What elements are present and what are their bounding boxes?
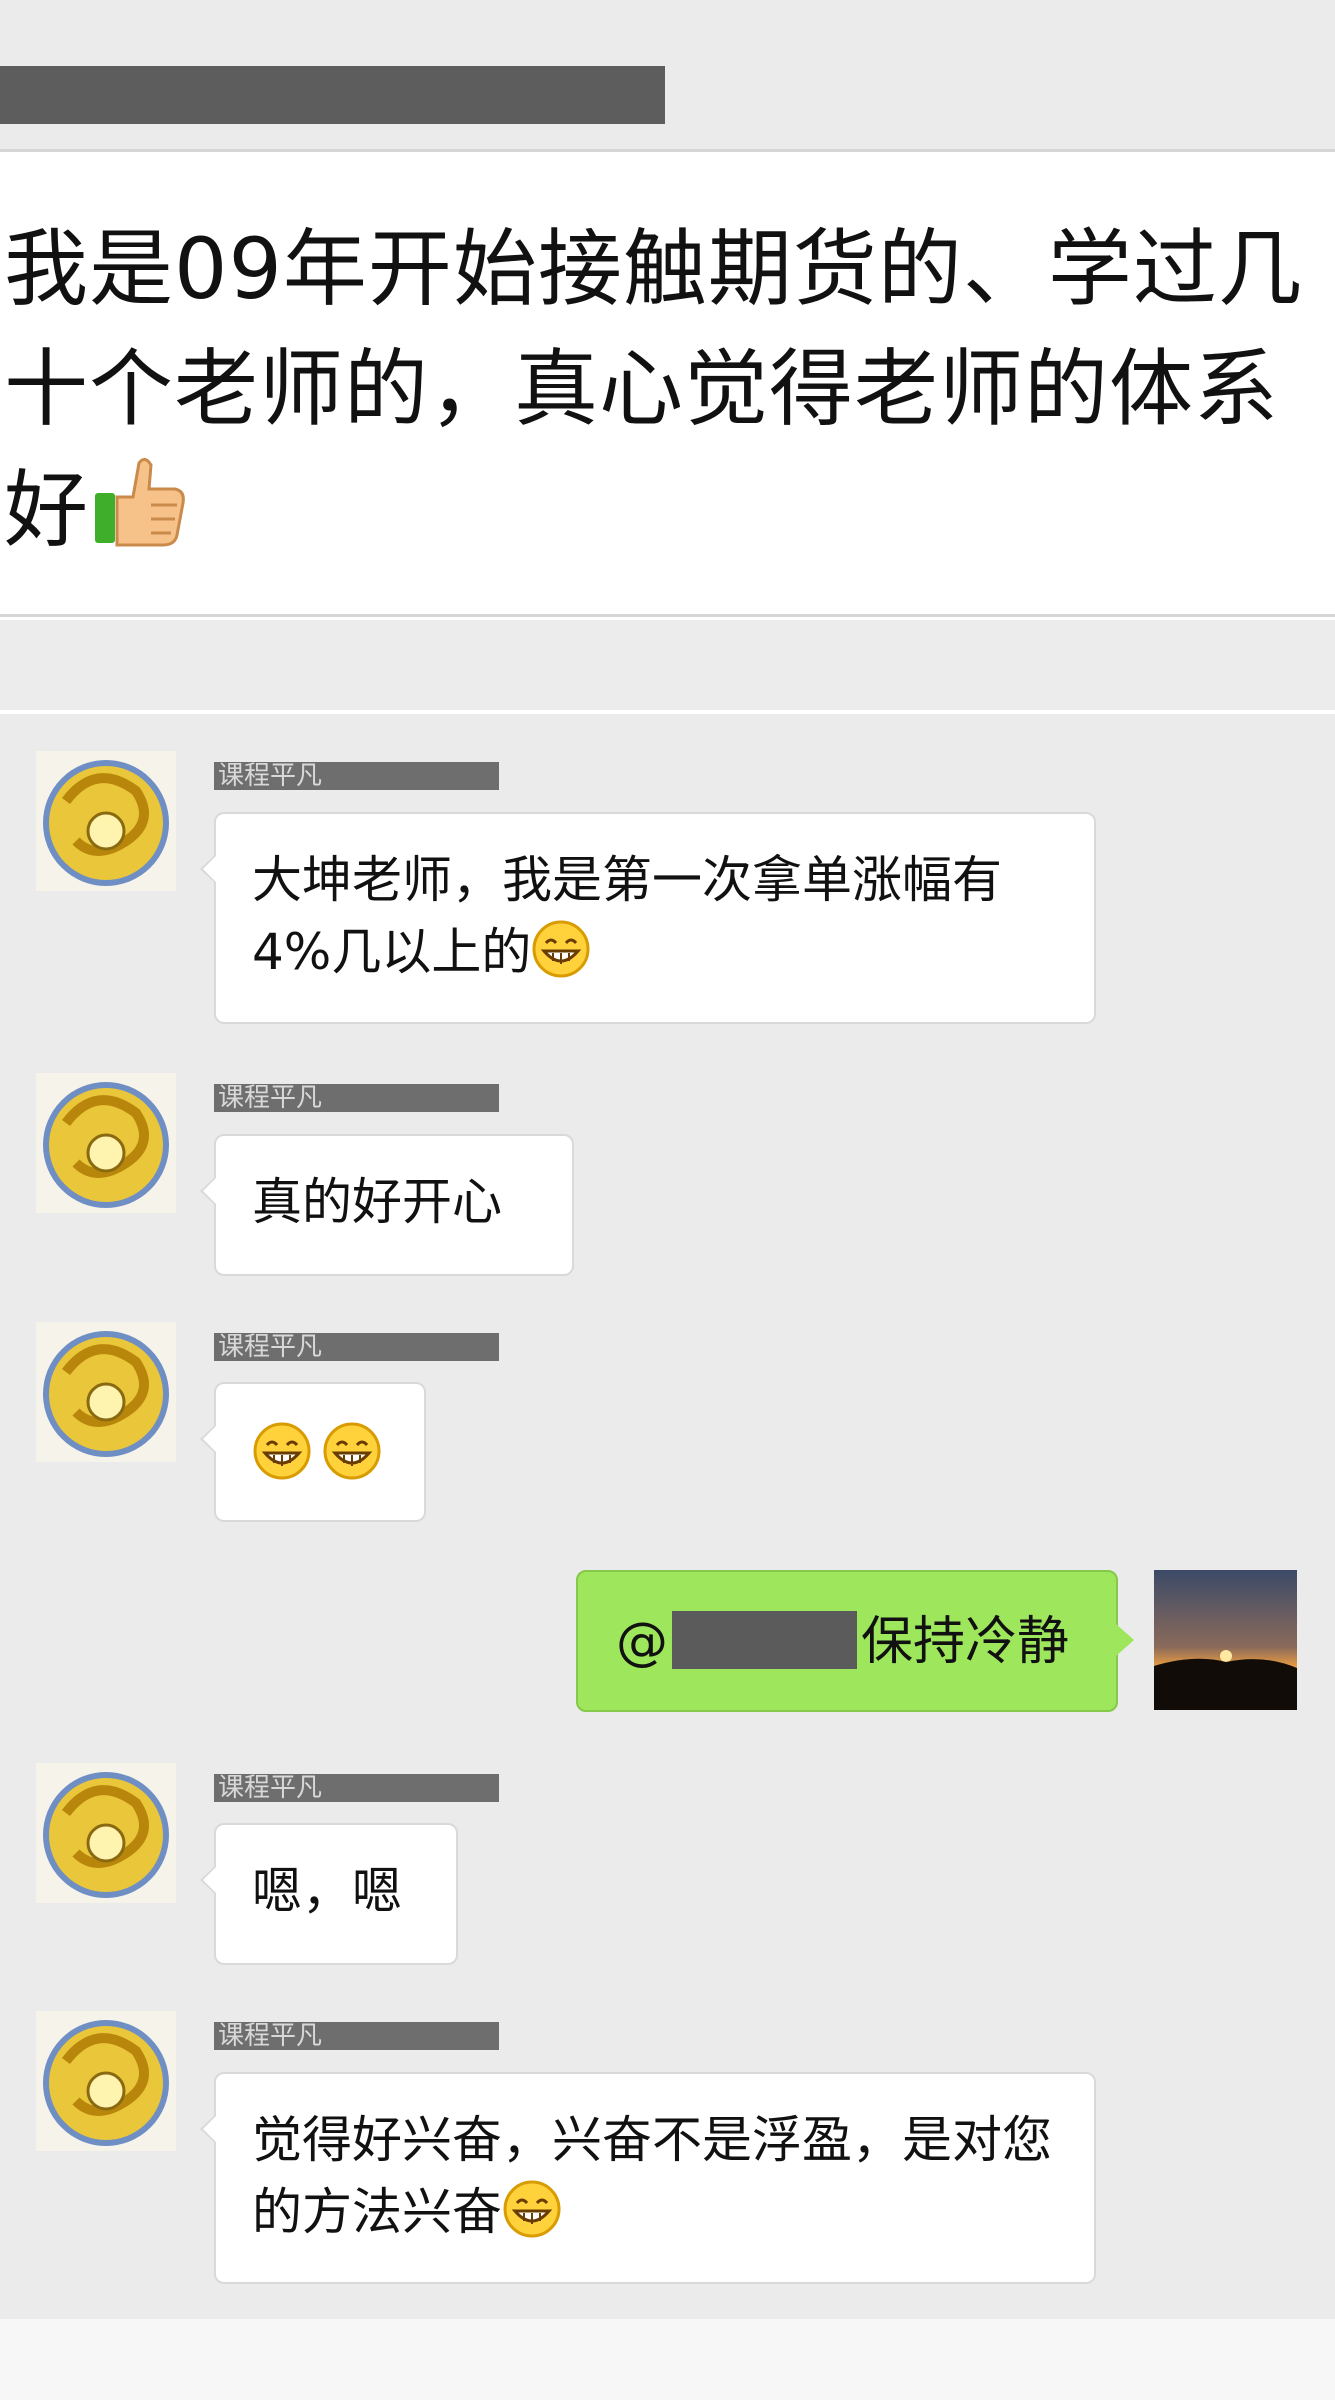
quote-text-block: 我是09年开始接触期货的、学过几十个老师的，真心觉得老师的体系好 (4, 209, 1329, 570)
top-header (0, 0, 1335, 152)
sender-name: 课程平凡 (214, 762, 499, 790)
avatar-dragon[interactable] (36, 1073, 176, 1213)
redacted-title (0, 66, 665, 124)
outgoing-message-bubble[interactable]: @ 保持冷静 (576, 1570, 1134, 1712)
thumbs-up-icon (95, 458, 185, 547)
sender-name: 课程平凡 (214, 1084, 499, 1112)
dragon-avatar-icon (36, 1763, 176, 1903)
message-text: 真的好开心 (252, 1173, 502, 1231)
dragon-avatar-icon (36, 751, 176, 891)
message-bubble[interactable]: 大坤老师，我是第一次拿单涨幅有4%几以上的 (200, 812, 1096, 1024)
message-bubble[interactable]: 觉得好兴奋，兴奋不是浮盈，是对您的方法兴奋 (200, 2072, 1096, 2284)
mention-prefix: @ (616, 1612, 668, 1672)
quote-text: 我是09年开始接触期货的、学过几十个老师的，真心觉得老师的体系好 (4, 220, 1303, 559)
sender-name: 课程平凡 (214, 1333, 499, 1361)
grin-emoji (532, 920, 590, 978)
redacted-mention (672, 1611, 857, 1669)
message-bubble[interactable] (200, 1382, 426, 1522)
message-bubble[interactable]: 嗯，嗯 (200, 1823, 458, 1965)
separator-band (0, 620, 1335, 710)
avatar-dragon[interactable] (36, 2011, 176, 2151)
quote-card: 我是09年开始接触期货的、学过几十个老师的，真心觉得老师的体系好 (0, 155, 1335, 617)
message-text: 觉得好兴奋，兴奋不是浮盈，是对您的方法兴奋 (252, 2111, 1052, 2241)
grin-emoji (503, 2180, 561, 2238)
grin-emoji (253, 1422, 311, 1480)
avatar-dragon[interactable] (36, 1763, 176, 1903)
sunset-avatar-icon (1154, 1570, 1297, 1710)
bottom-strip (0, 2319, 1335, 2400)
message-bubble[interactable]: 真的好开心 (200, 1134, 574, 1276)
dragon-avatar-icon (36, 1322, 176, 1462)
message-text: 保持冷静 (861, 1612, 1070, 1672)
message-text: 大坤老师，我是第一次拿单涨幅有4%几以上的 (252, 851, 1002, 981)
sender-name: 课程平凡 (214, 2022, 499, 2050)
avatar-dragon[interactable] (36, 751, 176, 891)
sender-name: 课程平凡 (214, 1774, 499, 1802)
dragon-avatar-icon (36, 1073, 176, 1213)
dragon-avatar-icon (36, 2011, 176, 2151)
grin-emoji (323, 1422, 381, 1480)
avatar-sunset[interactable] (1154, 1570, 1297, 1710)
message-text: 嗯，嗯 (252, 1862, 402, 1920)
avatar-dragon[interactable] (36, 1322, 176, 1462)
